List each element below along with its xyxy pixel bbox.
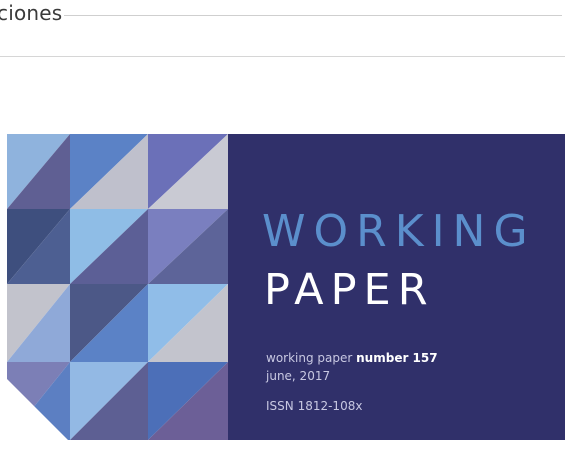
page-divider — [0, 56, 565, 57]
cover-title-paper: PAPER — [264, 265, 435, 315]
paper-number-line: working paper number 157 — [266, 350, 438, 366]
page: ciones WORKING PAPER working paper numbe… — [0, 0, 565, 465]
section-header: ciones — [0, 0, 565, 34]
paper-number: number 157 — [356, 351, 438, 365]
paper-number-prefix: working paper — [266, 351, 357, 365]
section-divider — [64, 15, 562, 16]
paper-date: june, 2017 — [266, 369, 331, 383]
cover-title-panel: WORKING PAPER working paper number 157 j… — [228, 134, 565, 440]
paper-issn: ISSN 1812-108x — [266, 399, 363, 413]
geometric-pattern-graphic — [7, 134, 228, 440]
section-title: ciones — [0, 1, 63, 25]
cover-title-working: WORKING — [262, 206, 536, 257]
working-paper-cover: WORKING PAPER working paper number 157 j… — [0, 134, 565, 440]
